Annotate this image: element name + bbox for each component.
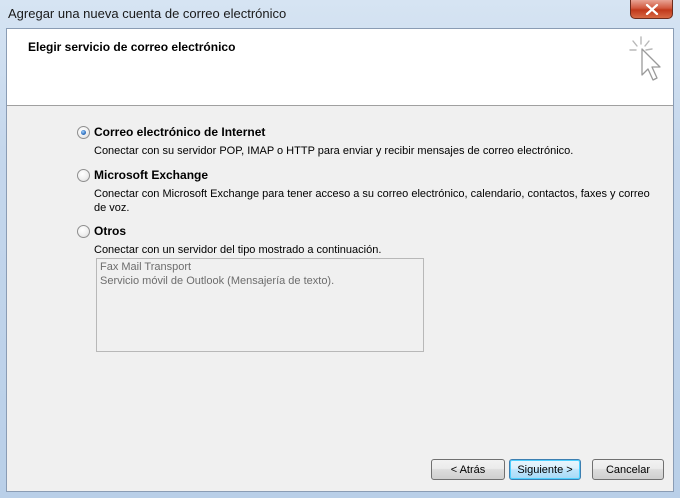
dialog-window: Agregar una nueva cuenta de correo elect… <box>0 0 680 498</box>
list-item[interactable]: Servicio móvil de Outlook (Mensajería de… <box>100 275 334 287</box>
radio-internet-email[interactable] <box>77 126 90 139</box>
dialog-body: Elegir servicio de correo electrónico Co… <box>6 28 674 492</box>
option-description-line1: Conectar con Microsoft Exchange para ten… <box>94 188 650 200</box>
option-description-line2: de voz. <box>94 202 130 214</box>
radio-selected-dot <box>81 130 86 135</box>
list-item[interactable]: Fax Mail Transport <box>100 261 191 273</box>
next-button[interactable]: Siguiente > <box>509 459 581 480</box>
option-description: Conectar con su servidor POP, IMAP o HTT… <box>94 145 574 157</box>
wizard-cursor-icon <box>629 36 661 81</box>
cancel-button[interactable]: Cancelar <box>592 459 664 480</box>
window-title: Agregar una nueva cuenta de correo elect… <box>8 6 287 21</box>
other-servers-listbox[interactable]: Fax Mail Transport Servicio móvil de Out… <box>96 258 424 352</box>
page-title: Elegir servicio de correo electrónico <box>28 40 236 54</box>
radio-others[interactable] <box>77 225 90 238</box>
radio-microsoft-exchange[interactable] <box>77 169 90 182</box>
title-bar[interactable]: Agregar una nueva cuenta de correo elect… <box>0 0 680 28</box>
close-icon <box>645 4 659 15</box>
wizard-header: Elegir servicio de correo electrónico <box>7 29 673 106</box>
close-button[interactable] <box>630 0 673 19</box>
option-description: Conectar con un servidor del tipo mostra… <box>94 244 382 256</box>
back-button[interactable]: < Atrás <box>431 459 505 480</box>
option-label[interactable]: Microsoft Exchange <box>94 168 208 182</box>
option-label[interactable]: Otros <box>94 224 126 238</box>
option-label[interactable]: Correo electrónico de Internet <box>94 125 265 139</box>
